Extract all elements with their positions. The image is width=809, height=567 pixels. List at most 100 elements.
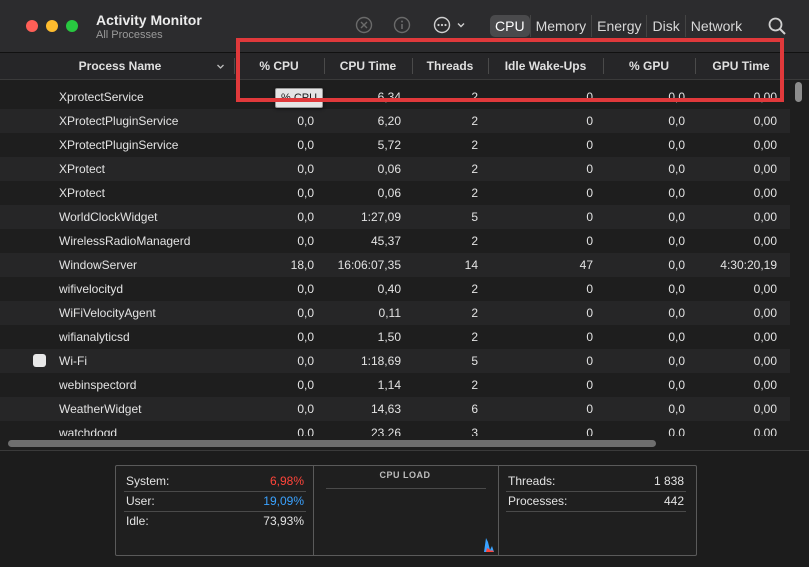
idle-wakeups: 0 [586,306,593,320]
idle-wakeups: 47 [579,258,593,272]
idle-wakeups: 0 [586,114,593,128]
gpu-time: 0,00 [753,162,777,176]
cpu-time: 1,50 [377,330,401,344]
view-tabs: CPU Memory Energy Disk Network [490,14,747,38]
processes-label: Processes: [508,494,568,508]
tab-disk[interactable]: Disk [646,15,684,37]
table-row[interactable]: watchdogd 0,0 23,26 3 0 0,0 0,00 [0,421,790,436]
gpu-percent: 0,0 [668,330,685,344]
threads: 2 [471,330,478,344]
stat-processes: Processes: 442 [508,491,684,511]
gpu-time: 0,00 [753,234,777,248]
column-cpu-percent[interactable]: % CPU [234,53,324,79]
column-gpu-percent[interactable]: % GPU [603,53,695,79]
cpu-load-graph [484,538,494,552]
table-row[interactable]: WeatherWidget 0,0 14,63 6 0 0,0 0,00 [0,397,790,421]
gpu-percent: 0,0 [668,114,685,128]
table-row[interactable]: XprotectService 6,34 2 0 0,0 0,00 [0,85,790,109]
more-actions-icon[interactable] [433,16,451,34]
cpu-time: 1,14 [377,378,401,392]
threads: 3 [471,426,478,436]
gpu-percent: 0,0 [668,426,685,436]
cpu-percent: 0,0 [297,186,314,200]
table-row[interactable]: XProtect 0,0 0,06 2 0 0,0 0,00 [0,181,790,205]
gpu-time: 0,00 [753,90,777,104]
sort-chevron-icon[interactable] [216,62,225,71]
table-row[interactable]: WindowServer 18,0 16:06:07,35 14 47 0,0 … [0,253,790,277]
table-row[interactable]: wifivelocityd 0,0 0,40 2 0 0,0 0,00 [0,277,790,301]
gpu-time: 0,00 [753,138,777,152]
idle-wakeups: 0 [586,162,593,176]
gpu-percent: 0,0 [668,162,685,176]
idle-wakeups: 0 [586,402,593,416]
table-row[interactable]: Wi-Fi 0,0 1:18,69 5 0 0,0 0,00 [0,349,790,373]
stat-threads: Threads: 1 838 [508,471,684,491]
process-name: wifivelocityd [59,282,124,296]
threads: 5 [471,354,478,368]
gpu-time: 0,00 [753,114,777,128]
table-row[interactable]: WiFiVelocityAgent 0,0 0,11 2 0 0,0 0,00 [0,301,790,325]
cpu-percent: 0,0 [297,426,314,436]
idle-wakeups: 0 [586,90,593,104]
divider [498,466,499,555]
gpu-percent: 0,0 [668,402,685,416]
cpu-percent: 0,0 [297,306,314,320]
search-icon[interactable] [767,16,787,36]
threads: 2 [471,162,478,176]
cpu-percent: 0,0 [297,330,314,344]
cpu-percent: 0,0 [297,402,314,416]
app-subtitle[interactable]: All Processes [96,29,163,41]
column-threads[interactable]: Threads [412,53,488,79]
vertical-scroll-thumb[interactable] [795,82,802,102]
column-cpu-time[interactable]: CPU Time [324,53,412,79]
column-tooltip: % CPU [275,88,324,108]
table-row[interactable]: XProtect 0,0 0,06 2 0 0,0 0,00 [0,157,790,181]
idle-wakeups: 0 [586,330,593,344]
gpu-time: 0,00 [753,330,777,344]
cpu-time: 16:06:07,35 [337,258,401,272]
stat-system: System: 6,98% [126,471,304,491]
gpu-time: 4:30:20,19 [720,258,777,272]
table-row[interactable]: wifianalyticsd 0,0 1,50 2 0 0,0 0,00 [0,325,790,349]
tab-network[interactable]: Network [684,15,747,37]
column-gpu-time[interactable]: GPU Time [695,53,787,79]
gpu-time: 0,00 [753,426,777,436]
threads: 2 [471,114,478,128]
gpu-time: 0,00 [753,282,777,296]
tab-memory[interactable]: Memory [529,15,592,37]
minimize-window-button[interactable] [46,20,58,32]
zoom-window-button[interactable] [66,20,78,32]
horizontal-scroll-thumb[interactable] [8,440,656,447]
table-row[interactable]: webinspectord 0,0 1,14 2 0 0,0 0,00 [0,373,790,397]
gpu-percent: 0,0 [668,306,685,320]
gpu-percent: 0,0 [668,378,685,392]
stop-process-icon[interactable] [355,16,373,34]
tab-energy[interactable]: Energy [591,15,646,37]
cpu-percent: 0,0 [297,282,314,296]
process-name: XProtectPluginService [59,114,179,128]
column-process-name[interactable]: Process Name [20,53,220,79]
cpu-time: 0,06 [377,186,401,200]
table-row[interactable]: XProtectPluginService 0,0 5,72 2 0 0,0 0… [0,133,790,157]
idle-wakeups: 0 [586,282,593,296]
threads: 5 [471,210,478,224]
process-name: watchdogd [59,426,118,436]
threads: 2 [471,90,478,104]
cpu-percent: 0,0 [297,114,314,128]
column-idle-wakeups[interactable]: Idle Wake-Ups [488,53,603,79]
table-row[interactable]: WirelessRadioManagerd 0,0 45,37 2 0 0,0 … [0,229,790,253]
chevron-down-icon[interactable] [456,20,466,30]
table-row[interactable]: XProtectPluginService 0,0 6,20 2 0 0,0 0… [0,109,790,133]
gpu-percent: 0,0 [668,210,685,224]
close-window-button[interactable] [26,20,38,32]
cpu-percent: 0,0 [297,210,314,224]
cpu-time: 0,06 [377,162,401,176]
tab-cpu[interactable]: CPU [490,15,530,37]
idle-wakeups: 0 [586,210,593,224]
user-value: 19,09% [263,494,304,508]
table-row[interactable]: WorldClockWidget 0,0 1:27,09 5 0 0,0 0,0… [0,205,790,229]
idle-wakeups: 0 [586,354,593,368]
process-name: Wi-Fi [59,354,87,368]
inspect-info-icon[interactable] [393,16,411,34]
vertical-scrollbar[interactable] [792,80,806,438]
